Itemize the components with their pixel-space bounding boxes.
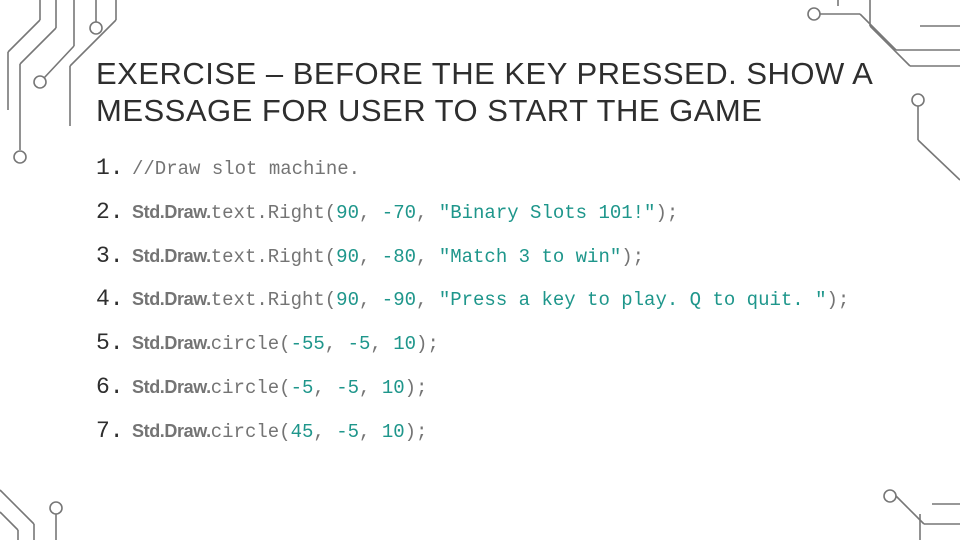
code-arg: -70 (382, 195, 416, 231)
code-arg: 90 (336, 195, 359, 231)
code-arg: 10 (393, 326, 416, 362)
code-arg: 10 (382, 414, 405, 450)
code-arg: -5 (336, 414, 359, 450)
line-number: 6. (96, 366, 132, 410)
code-arg: -90 (382, 282, 416, 318)
code-line-1: 1. //Draw slot machine. (96, 147, 920, 191)
code-string: "Binary Slots 101!" (439, 195, 656, 231)
code-fn: circle( (211, 326, 291, 362)
code-arg: -5 (291, 370, 314, 406)
code-call: Std.Draw. (132, 326, 211, 360)
code-line-6: 6. Std.Draw. circle( -5 , -5 , 10 ); (96, 366, 920, 410)
line-number: 1. (96, 147, 132, 191)
code-list: 1. //Draw slot machine. 2. Std.Draw. tex… (96, 147, 920, 453)
code-arg: 10 (382, 370, 405, 406)
code-line-7: 7. Std.Draw. circle( 45 , -5 , 10 ); (96, 410, 920, 454)
code-call: Std.Draw. (132, 239, 211, 273)
code-arg: 90 (336, 239, 359, 275)
slide: EXERCISE – BEFORE THE KEY PRESSED. SHOW … (0, 0, 960, 540)
line-number: 5. (96, 322, 132, 366)
code-arg: -5 (348, 326, 371, 362)
code-comment: //Draw slot machine. (132, 151, 360, 187)
line-number: 7. (96, 410, 132, 454)
code-call: Std.Draw. (132, 414, 211, 448)
code-call: Std.Draw. (132, 370, 211, 404)
code-arg: -55 (291, 326, 325, 362)
content-area: EXERCISE – BEFORE THE KEY PRESSED. SHOW … (96, 55, 920, 453)
code-arg: -80 (382, 239, 416, 275)
code-arg: 90 (336, 282, 359, 318)
code-string: "Match 3 to win" (439, 239, 621, 275)
code-line-5: 5. Std.Draw. circle( -55 , -5 , 10 ); (96, 322, 920, 366)
code-fn: text.Right( (211, 282, 336, 318)
code-arg: 45 (291, 414, 314, 450)
code-string: "Press a key to play. Q to quit. " (439, 282, 827, 318)
code-call: Std.Draw. (132, 282, 211, 316)
decoration-bottom-right (860, 460, 960, 540)
code-line-4: 4. Std.Draw. text.Right( 90 , -90 , "Pre… (96, 278, 920, 322)
slide-title: EXERCISE – BEFORE THE KEY PRESSED. SHOW … (96, 55, 920, 129)
line-number: 3. (96, 235, 132, 279)
code-fn: circle( (211, 414, 291, 450)
code-line-3: 3. Std.Draw. text.Right( 90 , -80 , "Mat… (96, 235, 920, 279)
code-fn: text.Right( (211, 195, 336, 231)
line-number: 2. (96, 191, 132, 235)
code-fn: circle( (211, 370, 291, 406)
code-line-2: 2. Std.Draw. text.Right( 90 , -70 , "Bin… (96, 191, 920, 235)
line-number: 4. (96, 278, 132, 322)
code-call: Std.Draw. (132, 195, 211, 229)
code-fn: text.Right( (211, 239, 336, 275)
code-arg: -5 (336, 370, 359, 406)
